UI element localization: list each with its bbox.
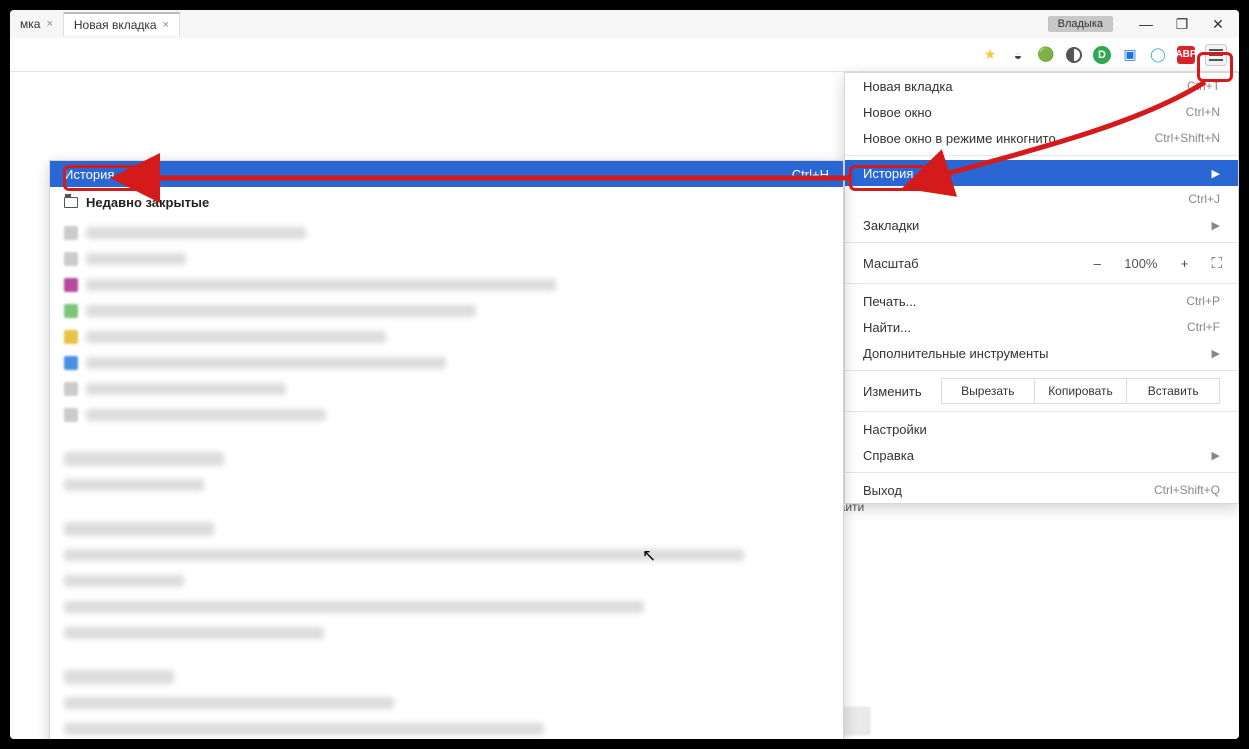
copy-button[interactable]: Копировать bbox=[1034, 378, 1127, 404]
close-window-button[interactable]: ✕ bbox=[1205, 15, 1231, 33]
chrome-menu-button[interactable] bbox=[1205, 44, 1227, 66]
pocket-icon[interactable]: ◒ bbox=[1009, 46, 1027, 64]
chevron-right-icon: ▶ bbox=[1212, 167, 1220, 180]
chevron-right-icon: ▶ bbox=[1212, 219, 1220, 232]
fullscreen-icon[interactable]: ⛶ bbox=[1211, 255, 1220, 272]
close-icon[interactable]: × bbox=[46, 18, 52, 30]
adblock-icon[interactable]: ABP bbox=[1177, 46, 1195, 64]
submenu-header-history[interactable]: История Ctrl+H bbox=[50, 161, 843, 187]
chrome-main-menu: Новая вкладка Ctrl+T Новое окно Ctrl+N Н… bbox=[844, 72, 1239, 504]
mouse-cursor-icon: ↖ bbox=[642, 546, 656, 566]
zoom-in-button[interactable]: + bbox=[1175, 256, 1193, 271]
tab-strip: мка × Новая вкладка × Владыка — ❐ ✕ bbox=[10, 10, 1239, 38]
tab-label: Новая вкладка bbox=[74, 18, 157, 32]
menu-print[interactable]: Печать... Ctrl+P bbox=[845, 288, 1238, 314]
menu-more-tools[interactable]: Дополнительные инструменты ▶ bbox=[845, 340, 1238, 366]
history-item[interactable] bbox=[64, 518, 829, 540]
menu-downloads[interactable]: Ctrl+J bbox=[845, 186, 1238, 212]
menu-find[interactable]: Найти... Ctrl+F bbox=[845, 314, 1238, 340]
tab-partial[interactable]: мка × bbox=[10, 12, 64, 36]
history-item[interactable] bbox=[64, 448, 829, 470]
history-item[interactable] bbox=[64, 570, 829, 592]
history-item[interactable] bbox=[64, 352, 829, 374]
zoom-value: 100% bbox=[1124, 256, 1157, 271]
history-item[interactable] bbox=[64, 248, 829, 270]
evernote-icon[interactable]: 🟢 bbox=[1037, 46, 1055, 64]
history-item[interactable] bbox=[64, 622, 829, 644]
extension-box-icon[interactable]: ▣ bbox=[1121, 46, 1139, 64]
history-item[interactable] bbox=[64, 718, 829, 739]
history-item[interactable] bbox=[64, 378, 829, 400]
contrast-icon[interactable] bbox=[1065, 46, 1083, 64]
bookmark-star-icon[interactable]: ★ bbox=[981, 46, 999, 64]
paste-button[interactable]: Вставить bbox=[1126, 378, 1220, 404]
zoom-out-button[interactable]: – bbox=[1088, 256, 1106, 271]
maximize-button[interactable]: ❐ bbox=[1169, 15, 1195, 33]
menu-history[interactable]: История ▶ bbox=[845, 160, 1238, 186]
minimize-button[interactable]: — bbox=[1133, 15, 1159, 33]
history-item[interactable] bbox=[64, 326, 829, 348]
tab-label: мка bbox=[20, 17, 40, 31]
user-badge[interactable]: Владыка bbox=[1048, 16, 1113, 32]
menu-bookmarks[interactable]: Закладки ▶ bbox=[845, 212, 1238, 238]
history-item[interactable] bbox=[64, 596, 829, 618]
history-item[interactable] bbox=[64, 474, 829, 496]
close-icon[interactable]: × bbox=[163, 19, 169, 31]
drop-icon[interactable]: ◯ bbox=[1149, 46, 1167, 64]
menu-incognito[interactable]: Новое окно в режиме инкогнито Ctrl+Shift… bbox=[845, 125, 1238, 151]
history-item[interactable] bbox=[64, 274, 829, 296]
menu-help[interactable]: Справка ▶ bbox=[845, 442, 1238, 468]
menu-exit[interactable]: Выход Ctrl+Shift+Q bbox=[845, 477, 1238, 503]
chevron-right-icon: ▶ bbox=[1212, 449, 1220, 462]
history-item[interactable] bbox=[64, 300, 829, 322]
history-item[interactable] bbox=[64, 404, 829, 426]
menu-edit-row: Изменить Вырезать Копировать Вставить bbox=[845, 375, 1238, 407]
extension-d-icon[interactable]: D bbox=[1093, 46, 1111, 64]
tab-new-tab[interactable]: Новая вкладка × bbox=[64, 12, 180, 36]
submenu-recently-closed: Недавно закрытые bbox=[50, 187, 843, 218]
chevron-right-icon: ▶ bbox=[1212, 347, 1220, 360]
toolbar: ★ ◒ 🟢 D ▣ ◯ ABP bbox=[10, 38, 1239, 72]
history-item[interactable] bbox=[64, 692, 829, 714]
menu-new-window[interactable]: Новое окно Ctrl+N bbox=[845, 99, 1238, 125]
menu-new-tab[interactable]: Новая вкладка Ctrl+T bbox=[845, 73, 1238, 99]
menu-zoom: Масштаб – 100% + ⛶ bbox=[845, 247, 1238, 279]
history-submenu: История Ctrl+H Недавно закрытые bbox=[49, 160, 844, 739]
history-item[interactable] bbox=[64, 666, 829, 688]
history-item[interactable] bbox=[64, 222, 829, 244]
menu-settings[interactable]: Настройки bbox=[845, 416, 1238, 442]
history-item[interactable] bbox=[64, 544, 829, 566]
cut-button[interactable]: Вырезать bbox=[941, 378, 1034, 404]
folder-icon bbox=[64, 197, 78, 208]
